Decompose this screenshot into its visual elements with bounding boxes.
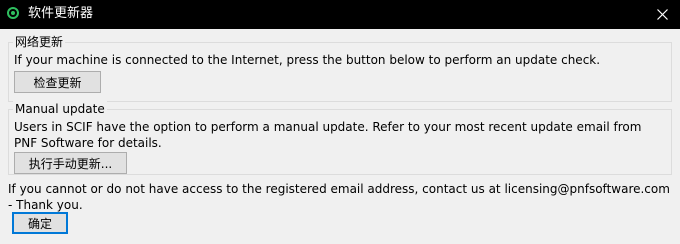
online-update-group: 网络更新 If your machine is connected to the…: [8, 34, 672, 102]
ok-button[interactable]: 确定: [12, 212, 68, 234]
software-updater-dialog: 软件更新器 网络更新 If your machine is connected …: [0, 0, 680, 244]
manual-update-group-title: Manual update: [13, 101, 107, 117]
online-update-group-title: 网络更新: [13, 34, 66, 50]
manual-update-group: Manual update Users in SCIF have the opt…: [8, 101, 672, 175]
perform-manual-update-button[interactable]: 执行手动更新...: [14, 152, 127, 174]
check-updates-button[interactable]: 检查更新: [14, 71, 101, 93]
manual-update-description: Users in SCIF have the option to perform…: [14, 120, 642, 150]
window-title: 软件更新器: [28, 6, 94, 21]
title-bar: 软件更新器: [0, 0, 680, 29]
online-update-description: If your machine is connected to the Inte…: [14, 53, 601, 67]
contact-info-text: If you cannot or do not have access to t…: [8, 182, 670, 212]
close-button[interactable]: [644, 0, 680, 29]
updater-app-icon: [7, 7, 19, 19]
close-icon: [656, 9, 668, 20]
